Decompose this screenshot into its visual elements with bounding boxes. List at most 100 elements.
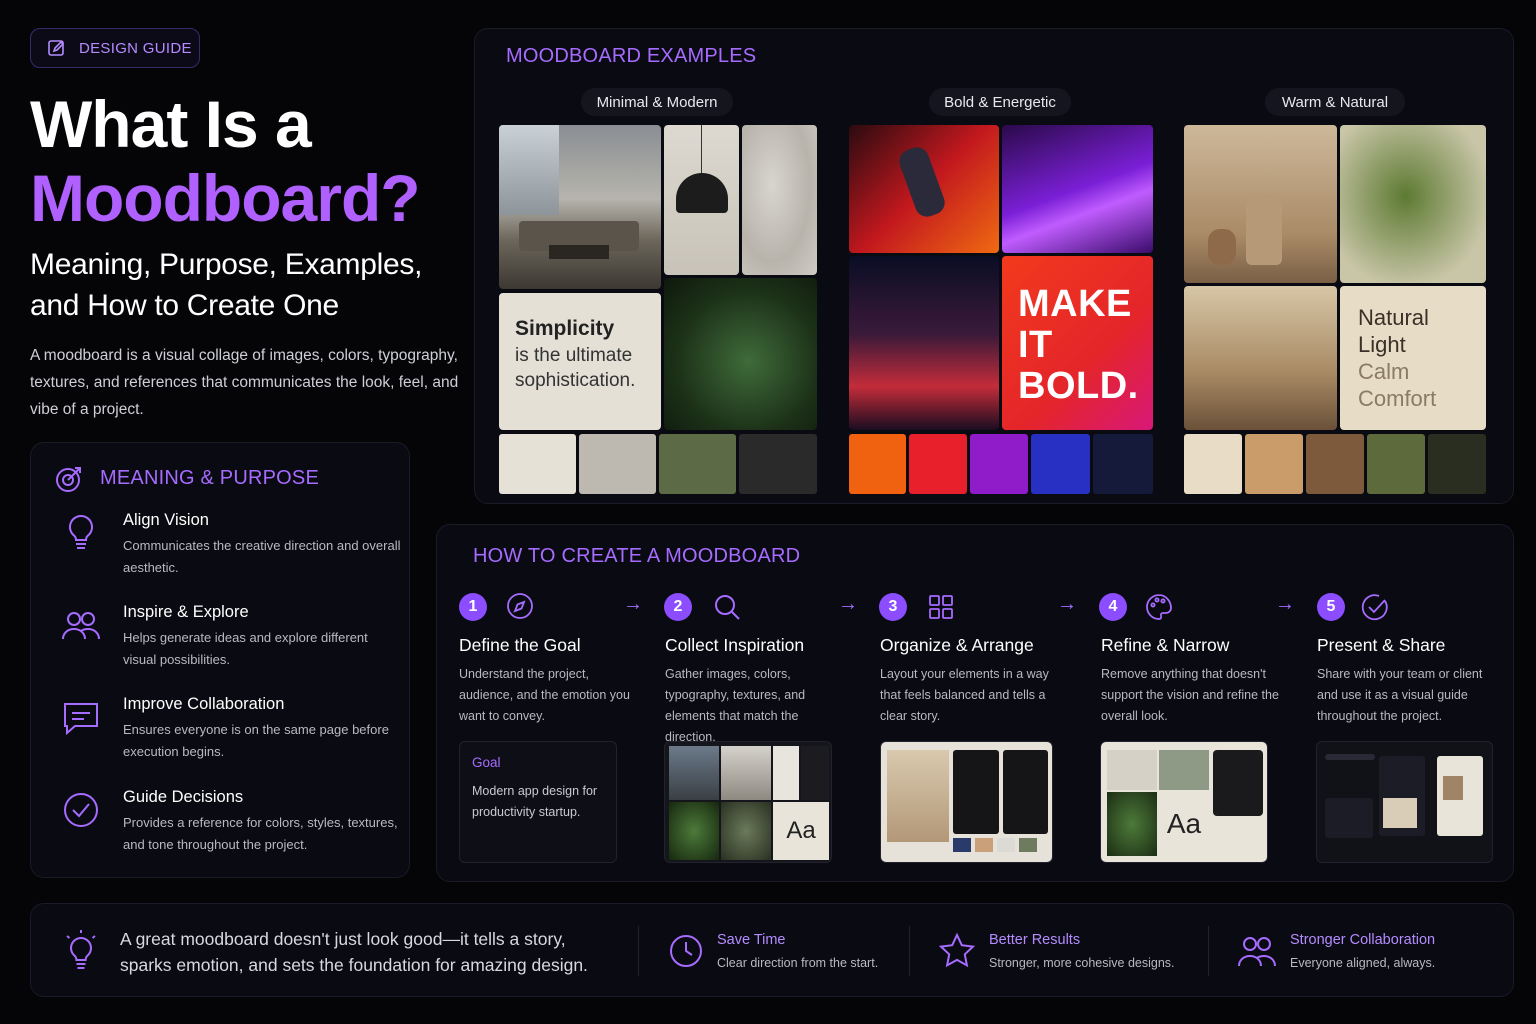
lightbulb-icon — [61, 928, 101, 974]
swatch — [739, 434, 817, 494]
board-label-bold: Bold & Energetic — [929, 88, 1071, 116]
meaning-purpose-title: MEANING & PURPOSE — [100, 467, 319, 489]
step-arrow: → — [623, 593, 643, 615]
quote-line: Calm — [1358, 359, 1410, 384]
compass-icon — [505, 591, 535, 621]
lightbulb-icon — [59, 511, 103, 555]
swatch — [1306, 434, 1364, 494]
swatch — [1093, 434, 1153, 494]
warm-interior-image — [1184, 286, 1337, 430]
step-number: 5 — [1317, 593, 1345, 621]
purpose-item-desc: Provides a reference for colors, styles,… — [123, 815, 398, 852]
step-title: Define the Goal — [459, 635, 581, 655]
page-title-line2: Moodboard? — [30, 161, 421, 235]
step-title: Present & Share — [1317, 635, 1446, 655]
plant-image — [1340, 125, 1486, 283]
swatch — [970, 434, 1028, 494]
swatch — [659, 434, 736, 494]
benefit-desc: Clear direction from the start. — [717, 956, 879, 970]
step-number: 1 — [459, 593, 487, 621]
badge-label: DESIGN GUIDE — [79, 39, 192, 57]
star-icon — [937, 931, 977, 971]
refined-board-thumb: Aa — [1100, 741, 1268, 863]
moodboard-examples-panel: MOODBOARD EXAMPLES Minimal & Modern Simp… — [474, 28, 1514, 504]
step-desc: Gather images, colors, typography, textu… — [665, 667, 806, 744]
step-title: Refine & Narrow — [1101, 635, 1230, 655]
presentation-thumb — [1316, 741, 1493, 863]
meaning-purpose-panel: MEANING & PURPOSE Align Vision Communica… — [30, 442, 410, 878]
edit-icon — [47, 38, 67, 58]
inspiration-collage-thumb: Aa — [664, 741, 832, 863]
quote-line: Natural — [1358, 305, 1429, 330]
swatch — [579, 434, 656, 494]
step-arrow: → — [1275, 593, 1295, 615]
step-title: Collect Inspiration — [665, 635, 805, 655]
purpose-item-title: Inspire & Explore — [123, 603, 249, 621]
benefit-desc: Everyone aligned, always. — [1290, 956, 1436, 970]
swatch — [1367, 434, 1425, 494]
step-number: 4 — [1099, 593, 1127, 621]
purpose-item-title: Align Vision — [123, 511, 209, 529]
page-description: A moodboard is a visual collage of image… — [30, 347, 459, 418]
leaf-image — [664, 278, 817, 430]
users-icon — [1236, 932, 1278, 970]
swatch — [1031, 434, 1090, 494]
howto-title: HOW TO CREATE A MOODBOARD — [473, 545, 801, 567]
users-icon — [59, 603, 103, 647]
goal-label: Goal — [472, 755, 501, 770]
check-icon — [1361, 593, 1389, 621]
swatch — [849, 434, 906, 494]
benefit-desc: Stronger, more cohesive designs. — [989, 956, 1175, 970]
grid-icon — [927, 593, 955, 621]
bold-quote: MAKE IT BOLD. — [1018, 283, 1139, 407]
page-title-line1: What Is a — [30, 87, 312, 161]
type-sample: Aa — [773, 802, 829, 860]
step-arrow: → — [838, 593, 858, 615]
swatch — [1428, 434, 1486, 494]
check-circle-icon — [59, 788, 103, 832]
benefit-title: Stronger Collaboration — [1290, 932, 1436, 948]
arranged-board-thumb — [880, 741, 1053, 863]
purpose-item-title: Guide Decisions — [123, 788, 244, 806]
quote-line: Light — [1358, 332, 1406, 357]
chat-icon — [59, 695, 103, 739]
swatch — [499, 434, 576, 494]
swatch — [1184, 434, 1242, 494]
board-label-minimal: Minimal & Modern — [581, 88, 733, 116]
goal-card: Goal Modern app design for productivity … — [459, 741, 617, 863]
runner-image — [849, 125, 999, 253]
type-sample: Aa — [1166, 808, 1202, 839]
step-title: Organize & Arrange — [880, 635, 1034, 655]
palette-icon — [1144, 592, 1174, 622]
vase-image — [1184, 125, 1337, 283]
step-desc: Understand the project, audience, and th… — [459, 667, 630, 723]
target-icon — [53, 463, 85, 495]
swatch — [1245, 434, 1303, 494]
footer-quote: A great moodboard doesn't just look good… — [120, 929, 588, 975]
step-arrow: → — [1057, 593, 1077, 615]
board-label-warm: Warm & Natural — [1265, 88, 1405, 116]
benefit-title: Better Results — [989, 932, 1081, 948]
benefit-title: Save Time — [717, 932, 786, 948]
purple-wave-image — [1002, 125, 1153, 253]
natural-quote-card: Natural Light Calm Comfort — [1340, 286, 1486, 430]
pendant-lamp-image — [664, 125, 739, 275]
how-to-create-panel: HOW TO CREATE A MOODBOARD 1 → Define the… — [436, 524, 1514, 882]
step-desc: Layout your elements in a way that feels… — [880, 667, 1049, 723]
purpose-item-desc: Helps generate ideas and explore differe… — [123, 630, 368, 667]
step-desc: Remove anything that doesn't support the… — [1101, 667, 1279, 723]
page-subtitle: Meaning, Purpose, Examples, and How to C… — [30, 248, 423, 322]
purpose-item-title: Improve Collaboration — [123, 695, 285, 713]
quote-card-minimal: Simplicity is the ultimate sophisticatio… — [499, 293, 661, 430]
step-desc: Share with your team or client and use i… — [1317, 667, 1483, 723]
purpose-item-desc: Ensures everyone is on the same page bef… — [123, 722, 389, 759]
examples-title: MOODBOARD EXAMPLES — [506, 45, 757, 67]
quote-text: is the ultimate sophistication. — [515, 345, 636, 391]
step-number: 2 — [664, 593, 692, 621]
living-room-image — [499, 125, 661, 289]
footer-bar: A great moodboard doesn't just look good… — [30, 903, 1514, 997]
goal-text: Modern app design for productivity start… — [472, 784, 598, 819]
make-it-bold-card: MAKE IT BOLD. — [1002, 256, 1153, 430]
quote-bold: Simplicity — [515, 317, 615, 340]
clock-icon — [667, 932, 705, 970]
